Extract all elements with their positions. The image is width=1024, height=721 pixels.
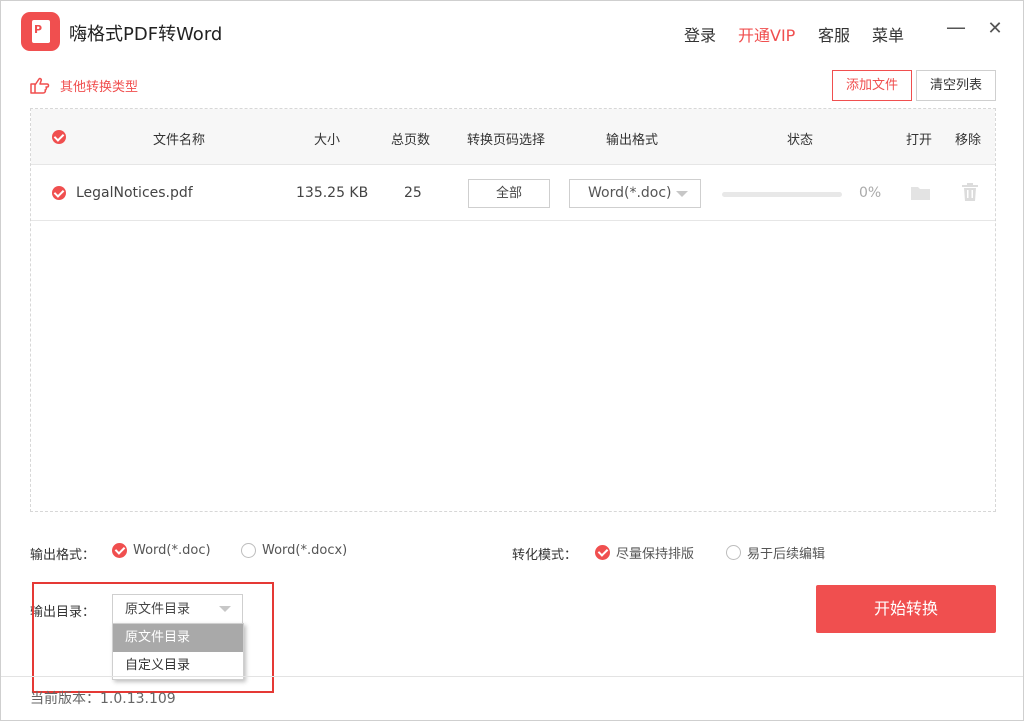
login-link[interactable]: 登录 xyxy=(684,22,716,46)
header-size: 大小 xyxy=(314,133,341,148)
header-range: 转换页码选择 xyxy=(467,133,546,148)
radio-unchecked-icon xyxy=(726,545,741,560)
service-link[interactable]: 客服 xyxy=(818,22,850,46)
mode-keep-layout-label: 尽量保持排版 xyxy=(616,547,695,562)
menu-link[interactable]: 菜单 xyxy=(872,22,904,46)
progress-bar xyxy=(722,192,842,197)
app-logo-icon: P xyxy=(21,12,60,51)
radio-checked-icon xyxy=(595,545,610,560)
mode-label: 转化模式： xyxy=(512,548,578,563)
radio-unchecked-icon xyxy=(241,543,256,558)
format-docx-radio[interactable]: Word(*.docx) xyxy=(241,543,347,558)
footer-divider xyxy=(1,676,1023,677)
mode-easy-edit-radio[interactable]: 易于后续编辑 xyxy=(726,543,825,562)
pointing-hand-icon xyxy=(30,77,50,94)
radio-checked-icon xyxy=(112,543,127,558)
file-table: 文件名称 大小 总页数 转换页码选择 输出格式 状态 打开 移除 LegalNo… xyxy=(30,108,996,512)
title-bar: P 嗨格式PDF转Word 登录 开通VIP 客服 菜单 — ✕ xyxy=(1,1,1024,63)
format-doc-radio[interactable]: Word(*.doc) xyxy=(112,543,211,558)
table-header: 文件名称 大小 总页数 转换页码选择 输出格式 状态 打开 移除 xyxy=(31,109,995,165)
header-open: 打开 xyxy=(906,133,933,148)
clear-list-button[interactable]: 清空列表 xyxy=(916,70,996,101)
header-pages: 总页数 xyxy=(391,133,431,148)
format-docx-label: Word(*.docx) xyxy=(262,543,348,558)
header-status: 状态 xyxy=(787,133,814,148)
output-format-value: Word(*.doc) xyxy=(588,185,672,201)
app-window: P 嗨格式PDF转Word 登录 开通VIP 客服 菜单 — ✕ 其他转换类型 … xyxy=(0,0,1024,721)
header-name: 文件名称 xyxy=(153,133,206,148)
other-types-label: 其他转换类型 xyxy=(60,80,139,95)
minimize-button[interactable]: — xyxy=(944,15,968,39)
chevron-down-icon xyxy=(676,191,688,197)
progress-percent: 0% xyxy=(859,185,882,201)
folder-icon[interactable] xyxy=(911,186,930,200)
header-remove: 移除 xyxy=(955,133,982,148)
file-pages: 25 xyxy=(404,185,422,201)
table-row: LegalNotices.pdf 135.25 KB 25 全部 Word(*.… xyxy=(31,165,995,221)
output-format-label: 输出格式： xyxy=(30,548,96,563)
file-size: 135.25 KB xyxy=(296,185,369,201)
mode-keep-layout-radio[interactable]: 尽量保持排版 xyxy=(595,543,694,562)
app-title: 嗨格式PDF转Word xyxy=(69,24,223,45)
close-button[interactable]: ✕ xyxy=(983,18,1007,39)
format-doc-label: Word(*.doc) xyxy=(133,543,211,558)
add-file-button[interactable]: 添加文件 xyxy=(832,70,912,101)
trash-icon[interactable] xyxy=(962,183,978,201)
header-format: 输出格式 xyxy=(606,133,659,148)
other-types-link[interactable]: 其他转换类型 xyxy=(29,76,138,95)
start-convert-button[interactable]: 开始转换 xyxy=(816,585,996,633)
select-all-checkbox[interactable] xyxy=(52,130,66,144)
file-name: LegalNotices.pdf xyxy=(76,185,193,201)
vip-link[interactable]: 开通VIP xyxy=(738,22,795,46)
version-text: 当前版本：1.0.13.109 xyxy=(30,691,176,707)
page-range-button[interactable]: 全部 xyxy=(468,179,550,208)
row-checkbox[interactable] xyxy=(52,186,66,200)
mode-easy-edit-label: 易于后续编辑 xyxy=(747,547,826,562)
output-format-select[interactable]: Word(*.doc) xyxy=(569,179,701,208)
